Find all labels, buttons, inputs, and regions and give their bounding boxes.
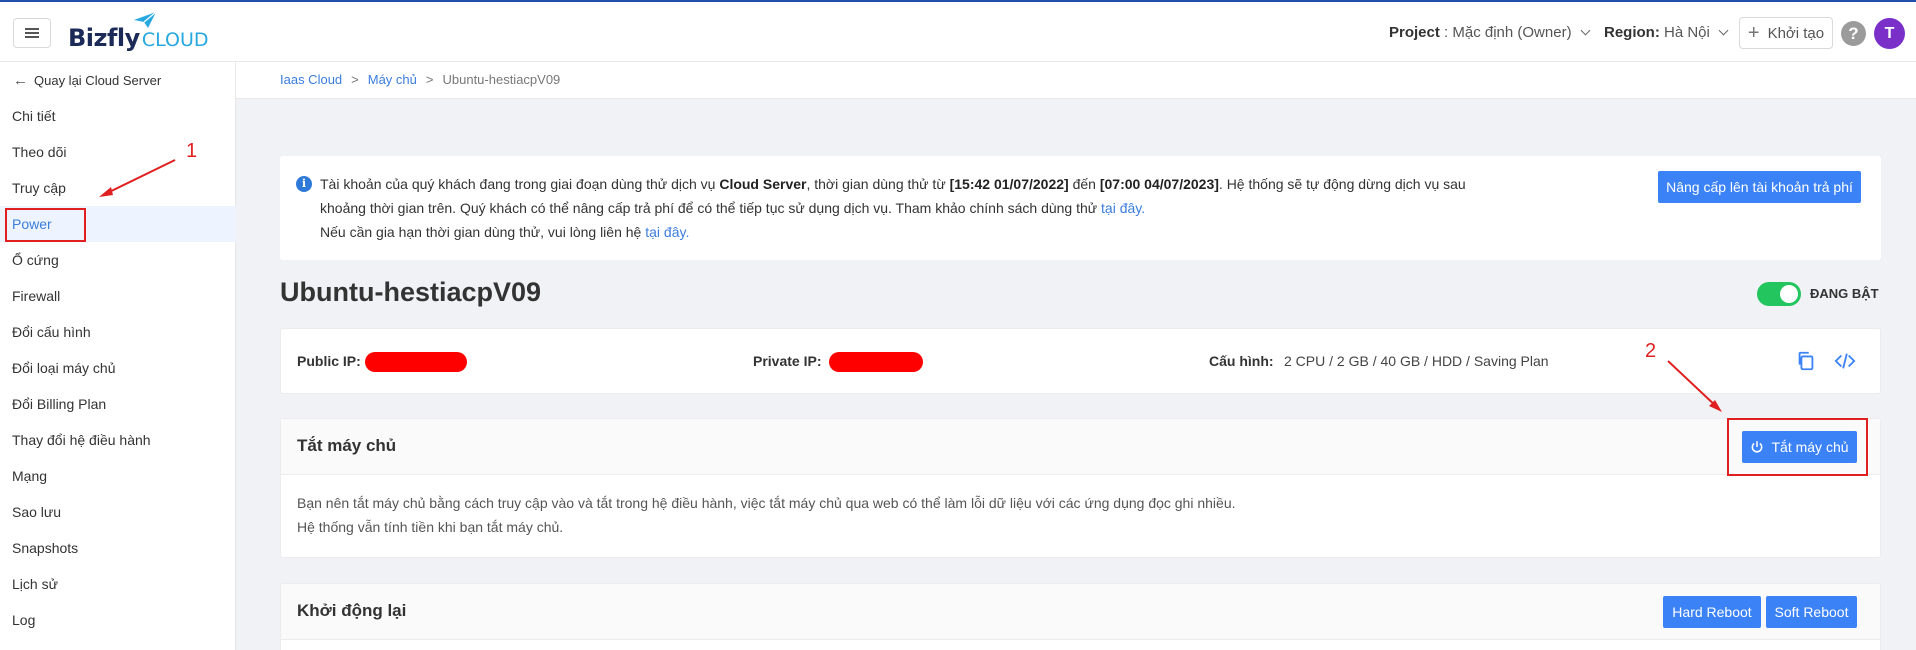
region-value: Hà Nội	[1659, 24, 1710, 41]
breadcrumb-separator: >	[425, 72, 434, 87]
sidebar-item-resize[interactable]: Đổi cấu hình	[0, 314, 236, 350]
bizfly-cloud-logo[interactable]: Bizfly CLOUD	[68, 11, 209, 52]
notice-start-time: [15:42 01/07/2022]	[949, 176, 1069, 192]
sidebar-item-firewall[interactable]: Firewall	[0, 278, 236, 314]
config-value: 2 CPU / 2 GB / 40 GB / HDD / Saving Plan	[1284, 353, 1549, 369]
reboot-title: Khởi động lại	[297, 601, 407, 620]
sidebar-item-log[interactable]: Log	[0, 602, 236, 638]
upgrade-account-button[interactable]: Nâng cấp lên tài khoản trả phí	[1658, 171, 1861, 203]
trial-policy-link[interactable]: tại đây.	[1101, 200, 1145, 216]
annotation-arrow-2	[1667, 360, 1722, 412]
annotation-number-2: 2	[1645, 340, 1657, 362]
private-ip-redacted	[829, 352, 923, 372]
soft-reboot-button[interactable]: Soft Reboot	[1766, 596, 1857, 628]
breadcrumb: Iaas Cloud > Máy chủ > Ubuntu-hestiacpV09	[280, 72, 560, 87]
breadcrumb-current: Ubuntu-hestiacpV09	[442, 72, 561, 87]
private-ip-label: Private IP:	[753, 353, 822, 369]
shutdown-card-header: Tắt máy chủ	[281, 419, 1880, 475]
breadcrumb-servers[interactable]: Máy chủ	[368, 72, 417, 87]
create-button[interactable]: + Khởi tạo	[1739, 17, 1833, 49]
menu-toggle-button[interactable]	[13, 18, 51, 48]
sidebar-item-network[interactable]: Mạng	[0, 458, 236, 494]
server-info-card: Public IP: Private IP: Cấu hình: 2 CPU /…	[280, 328, 1881, 394]
region-selector[interactable]: Region: Hà Nội	[1604, 24, 1729, 41]
notice-text: , thời gian dùng thử từ	[806, 176, 950, 192]
trial-notice: i Tài khoản của quý khách đang trong gia…	[280, 156, 1881, 260]
public-ip-redacted	[365, 352, 467, 372]
logo-text: Bizfly	[68, 24, 140, 52]
public-ip-label: Public IP:	[297, 353, 361, 369]
project-selector[interactable]: Project : Mặc định (Owner)	[1389, 24, 1591, 41]
plus-icon: +	[1747, 22, 1760, 44]
logo-cloud-text: CLOUD	[141, 29, 209, 51]
copy-icon[interactable]	[1795, 350, 1817, 372]
chevron-down-icon	[1718, 25, 1729, 36]
sidebar-item-rebuild-os[interactable]: Thay đổi hệ điều hành	[0, 422, 236, 458]
shutdown-title: Tắt máy chủ	[297, 436, 397, 455]
project-label: Project	[1389, 24, 1440, 41]
back-to-cloud-server-link[interactable]: ← Quay lại Cloud Server	[13, 72, 161, 89]
server-name: Ubuntu-hestiacpV09	[280, 277, 542, 307]
reboot-card: Khởi động lại	[280, 583, 1881, 650]
annotation-box-2	[1727, 418, 1868, 476]
shutdown-card: Tắt máy chủ Bạn nên tắt máy chủ bằng các…	[280, 418, 1881, 558]
create-label: Khởi tạo	[1767, 24, 1825, 42]
sidebar-item-billing-plan[interactable]: Đổi Billing Plan	[0, 386, 236, 422]
hamburger-icon	[25, 28, 39, 38]
paper-plane-icon	[134, 11, 157, 28]
top-header: Bizfly CLOUD Project : Mặc định (Owner) …	[0, 0, 1916, 62]
power-toggle[interactable]	[1757, 282, 1801, 306]
trial-notice-text: Tài khoản của quý khách đang trong giai …	[320, 172, 1500, 244]
shutdown-billing-note: Hệ thống vẫn tính tiền khi bạn tắt máy c…	[297, 519, 564, 535]
notice-extend-text: Nếu cần gia hạn thời gian dùng thử, vui …	[320, 224, 646, 240]
back-label: Quay lại Cloud Server	[34, 73, 162, 88]
sidebar-item-disk[interactable]: Ổ cứng	[0, 242, 236, 278]
annotation-box-1	[5, 208, 86, 242]
project-value: : Mặc định (Owner)	[1439, 24, 1572, 41]
info-icon: i	[296, 176, 312, 192]
shutdown-warning-text: Bạn nên tắt máy chủ bằng cách truy cập v…	[297, 495, 1236, 511]
sidebar-item-backup[interactable]: Sao lưu	[0, 494, 236, 530]
annotation-number-1: 1	[186, 140, 198, 162]
contact-link[interactable]: tại đây.	[645, 224, 689, 240]
region-label: Region:	[1604, 24, 1660, 41]
notice-text: đến	[1068, 176, 1100, 192]
reboot-card-header: Khởi động lại	[281, 584, 1880, 640]
toggle-knob	[1780, 285, 1798, 303]
sidebar-item-server-type[interactable]: Đổi loại máy chủ	[0, 350, 236, 386]
code-icon[interactable]	[1834, 350, 1856, 372]
breadcrumb-bar: Iaas Cloud > Máy chủ > Ubuntu-hestiacpV09	[236, 62, 1916, 99]
config-label: Cấu hình:	[1209, 353, 1274, 369]
chevron-down-icon	[1580, 25, 1591, 36]
sidebar: ← Quay lại Cloud Server Chi tiết Theo dõi…	[0, 62, 236, 650]
status-badge: ĐANG BẬT	[1810, 286, 1879, 301]
annotation-arrow-1	[99, 159, 176, 197]
user-avatar[interactable]: T	[1874, 18, 1905, 49]
shutdown-description: Bạn nên tắt máy chủ bằng cách truy cập v…	[297, 491, 1236, 539]
notice-end-time: [07:00 04/07/2023]	[1099, 176, 1219, 192]
breadcrumb-separator: >	[351, 72, 359, 87]
sidebar-item-details[interactable]: Chi tiết	[0, 98, 236, 134]
help-icon[interactable]: ?	[1841, 21, 1866, 46]
notice-text: Tài khoản của quý khách đang trong giai …	[320, 176, 720, 192]
sidebar-item-snapshots[interactable]: Snapshots	[0, 530, 236, 566]
notice-service-name: Cloud Server	[719, 176, 807, 192]
breadcrumb-iaas-cloud[interactable]: Iaas Cloud	[280, 72, 342, 87]
arrow-left-icon: ←	[13, 72, 28, 89]
sidebar-item-history[interactable]: Lịch sử	[0, 566, 236, 602]
hard-reboot-button[interactable]: Hard Reboot	[1663, 596, 1761, 628]
